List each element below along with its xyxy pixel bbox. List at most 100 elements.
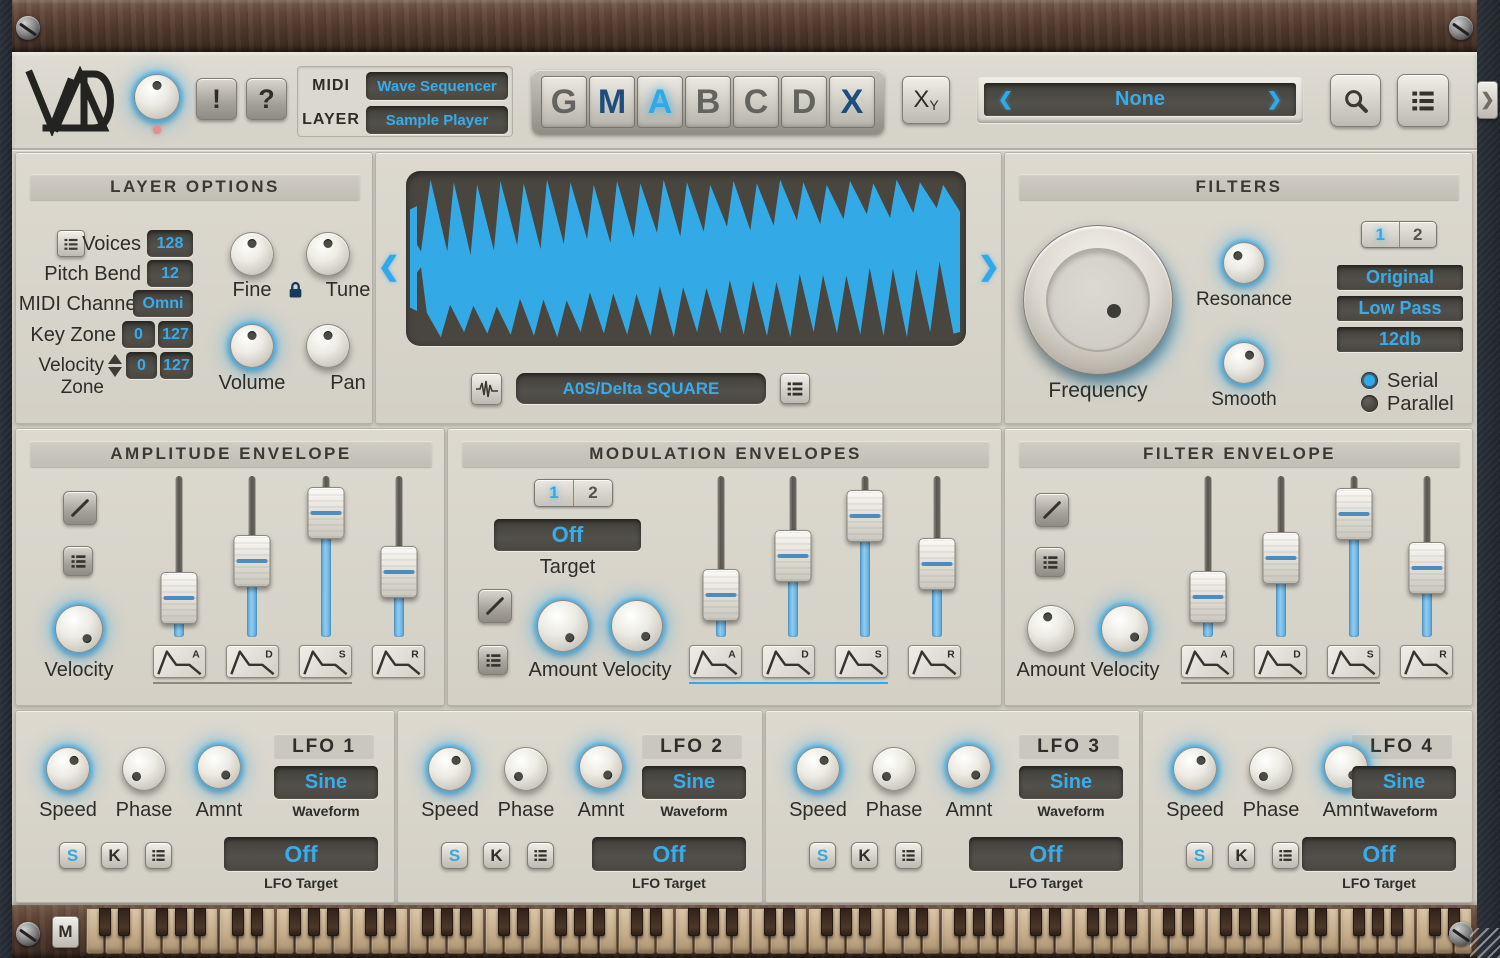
piano-key-black[interactable]: [1391, 908, 1403, 936]
amp-menu-button[interactable]: [63, 546, 93, 576]
slider-handle[interactable]: [1263, 532, 1300, 584]
lfo-3-target-select[interactable]: Off: [969, 837, 1123, 871]
lfo-2-phase-knob[interactable]: [504, 747, 548, 791]
slider-handle[interactable]: [1408, 542, 1445, 594]
piano-key-black[interactable]: [251, 908, 263, 936]
smooth-knob[interactable]: [1223, 342, 1265, 384]
waveform-display[interactable]: [406, 171, 966, 346]
lfo-4-sync-button[interactable]: S: [1186, 842, 1213, 869]
piano-key-black[interactable]: [175, 908, 187, 936]
slider-handle[interactable]: [703, 569, 740, 621]
lfo-2-menu-button[interactable]: [527, 842, 554, 869]
sample-edit-button[interactable]: [471, 373, 502, 405]
envelope-slider[interactable]: [1390, 481, 1463, 631]
group-button-a[interactable]: A: [637, 76, 683, 128]
piano-key-black[interactable]: [441, 908, 453, 936]
piano-key-black[interactable]: [517, 908, 529, 936]
slider-handle[interactable]: [307, 487, 344, 539]
piano-key-black[interactable]: [1106, 908, 1118, 936]
piano-key-black[interactable]: [1239, 908, 1251, 936]
piano-key-black[interactable]: [555, 908, 567, 936]
adsr-d-button[interactable]: D: [226, 645, 279, 678]
parallel-radio[interactable]: [1361, 395, 1378, 412]
filter-slope-select[interactable]: 12db: [1337, 327, 1463, 352]
tune-knob[interactable]: [306, 232, 350, 276]
piano-key-black[interactable]: [327, 908, 339, 936]
mod-env-tab-1[interactable]: 1: [535, 480, 573, 506]
lfo-4-speed-knob[interactable]: [1173, 747, 1217, 791]
lfo-1-key-button[interactable]: K: [101, 842, 128, 869]
piano-key-black[interactable]: [897, 908, 909, 936]
alert-button[interactable]: !: [196, 78, 237, 120]
envelope-slider[interactable]: [363, 481, 437, 631]
piano-key-black[interactable]: [859, 908, 871, 936]
slider-handle[interactable]: [847, 490, 884, 542]
envelope-slider[interactable]: [1245, 481, 1318, 631]
piano-key-black[interactable]: [593, 908, 605, 936]
sample-name-display[interactable]: A0S/Delta SQUARE: [516, 373, 766, 404]
lfo-3-key-button[interactable]: K: [851, 842, 878, 869]
adsr-a-button[interactable]: A: [153, 645, 206, 678]
piano-key-black[interactable]: [232, 908, 244, 936]
piano-key-black[interactable]: [1182, 908, 1194, 936]
group-button-c[interactable]: C: [733, 76, 779, 128]
adsr-r-button[interactable]: R: [908, 645, 961, 678]
lfo-1-waveform-select[interactable]: Sine: [274, 766, 378, 799]
mod-target-select[interactable]: Off: [494, 519, 641, 551]
preset-value[interactable]: None: [1115, 88, 1165, 111]
piano-key-black[interactable]: [764, 908, 776, 936]
piano-key-black[interactable]: [1030, 908, 1042, 936]
mod-env-tab-2[interactable]: 2: [574, 480, 612, 506]
envelope-slider[interactable]: [289, 481, 363, 631]
lfo-3-sync-button[interactable]: S: [809, 842, 836, 869]
resize-grip[interactable]: [1470, 928, 1500, 958]
piano-key-black[interactable]: [1315, 908, 1327, 936]
key-zone-low[interactable]: 0: [122, 321, 155, 348]
piano-key-black[interactable]: [308, 908, 320, 936]
piano-key-black[interactable]: [954, 908, 966, 936]
filter-env-curve-button[interactable]: [1035, 493, 1069, 527]
sample-prev-button[interactable]: ❮: [378, 251, 400, 282]
slider-handle[interactable]: [160, 572, 197, 624]
sample-list-button[interactable]: [780, 373, 810, 404]
layer-mode-value[interactable]: Sample Player: [366, 106, 508, 134]
midi-channel-value[interactable]: Omni: [133, 290, 193, 317]
preset-next-button[interactable]: ❯: [1267, 89, 1282, 110]
envelope-slider[interactable]: [142, 481, 216, 631]
slider-handle[interactable]: [919, 538, 956, 590]
lfo-2-target-select[interactable]: Off: [592, 837, 746, 871]
piano-key-black[interactable]: [574, 908, 586, 936]
lock-icon[interactable]: [287, 280, 304, 300]
velocity-zone-low[interactable]: 0: [126, 352, 157, 379]
lfo-3-waveform-select[interactable]: Sine: [1019, 766, 1123, 799]
adsr-a-button[interactable]: A: [689, 645, 742, 678]
piano-key-black[interactable]: [194, 908, 206, 936]
amp-curve-button[interactable]: [63, 491, 97, 525]
lfo-1-speed-knob[interactable]: [46, 747, 90, 791]
resonance-knob[interactable]: [1223, 242, 1265, 284]
group-button-g[interactable]: G: [541, 76, 587, 128]
sample-next-button[interactable]: ❯: [978, 251, 1000, 282]
search-button[interactable]: [1330, 74, 1381, 127]
adsr-s-button[interactable]: S: [835, 645, 888, 678]
preset-prev-button[interactable]: ❮: [998, 89, 1013, 110]
lfo-2-waveform-select[interactable]: Sine: [642, 766, 746, 799]
piano-key-black[interactable]: [1163, 908, 1175, 936]
piano-key-black[interactable]: [422, 908, 434, 936]
envelope-slider[interactable]: [1172, 481, 1245, 631]
piano-key-black[interactable]: [1087, 908, 1099, 936]
piano-key-black[interactable]: [688, 908, 700, 936]
envelope-slider[interactable]: [757, 481, 829, 631]
piano-key-black[interactable]: [1125, 908, 1137, 936]
piano-key-black[interactable]: [1220, 908, 1232, 936]
envelope-slider[interactable]: [1318, 481, 1391, 631]
lfo-2-sync-button[interactable]: S: [441, 842, 468, 869]
lfo-4-waveform-select[interactable]: Sine: [1352, 766, 1456, 799]
piano-key-black[interactable]: [821, 908, 833, 936]
adsr-r-button[interactable]: R: [1400, 645, 1453, 678]
piano-key-black[interactable]: [916, 908, 928, 936]
slider-handle[interactable]: [1335, 488, 1372, 540]
mod-env-tab-switch[interactable]: 1 2: [534, 479, 613, 507]
adsr-r-button[interactable]: R: [372, 645, 425, 678]
slider-handle[interactable]: [1190, 571, 1227, 623]
